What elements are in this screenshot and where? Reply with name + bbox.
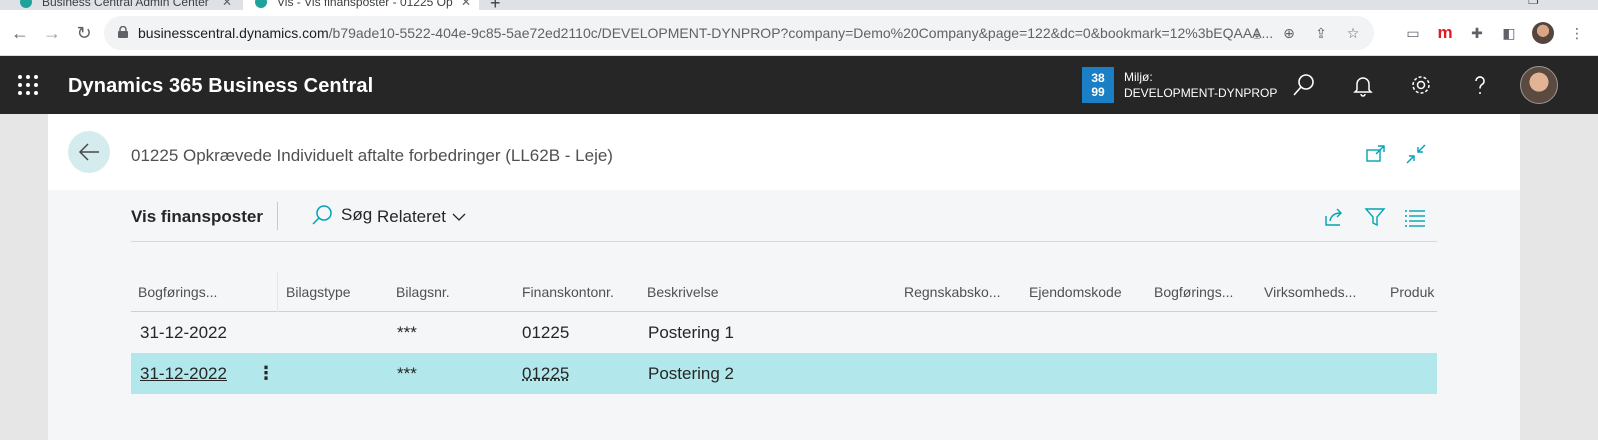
address-bar[interactable]: businesscentral.dynamics.com/b79ade10-55…: [104, 16, 1374, 50]
restore-window-icon[interactable]: ❐: [1528, 0, 1539, 7]
related-menu-button[interactable]: Relateret: [377, 207, 466, 227]
related-label: Relateret: [377, 207, 446, 226]
row-menu-icon[interactable]: ⋮: [257, 363, 275, 384]
search-icon: [312, 205, 332, 225]
cell-account-no: 01225: [522, 323, 570, 342]
collapse-icon[interactable]: [1406, 144, 1426, 164]
column-header-posting-date[interactable]: Bogførings...: [138, 284, 268, 300]
bell-icon[interactable]: [1351, 73, 1375, 97]
entries-grid: Bogførings... Bilagstype Bilagsnr. Finan…: [131, 272, 1437, 394]
column-header-document-type[interactable]: Bilagstype: [286, 284, 351, 300]
list-view-icon[interactable]: [1404, 206, 1426, 228]
search-icon[interactable]: [1292, 73, 1316, 97]
cell-description: Postering 2: [648, 364, 734, 383]
image-extension-icon[interactable]: ▭: [1404, 23, 1422, 43]
gear-icon[interactable]: [1409, 73, 1433, 97]
app-bar: Dynamics 365 Business Central 38 99 Milj…: [0, 56, 1598, 114]
env-caption: Miljø:: [1124, 70, 1153, 84]
side-panel-icon[interactable]: ◧: [1500, 23, 1518, 43]
business-central-favicon-icon: [255, 0, 267, 8]
share-icon[interactable]: [1323, 206, 1345, 228]
column-header-accounting-code[interactable]: Regnskabsko...: [904, 284, 1001, 300]
column-header-property-code[interactable]: Ejendomskode: [1029, 284, 1122, 300]
cell-description: Postering 1: [648, 323, 734, 342]
action-separator: [277, 202, 278, 230]
browser-tab-label: Vis - Vis finansposter - 01225 Op: [277, 0, 453, 9]
column-header-description[interactable]: Beskrivelse: [647, 284, 719, 300]
new-tab-button[interactable]: +: [490, 0, 501, 10]
table-row-selected[interactable]: 31-12-2022 ⋮ *** 01225 Postering 2: [131, 353, 1437, 394]
cell-posting-date[interactable]: 31-12-2022: [140, 364, 227, 384]
column-header-account-no[interactable]: Finanskontonr.: [522, 284, 614, 300]
page-title: 01225 Opkrævede Individuelt aftalte forb…: [131, 146, 613, 165]
page-header: 01225 Opkrævede Individuelt aftalte forb…: [48, 114, 1520, 190]
filter-icon[interactable]: [1364, 206, 1386, 228]
action-bar: Vis finansposter Søg Relateret: [131, 190, 1437, 242]
browser-tab-admin-center[interactable]: Business Central Admin Center ✕: [20, 0, 240, 10]
browser-tab-label: Business Central Admin Center: [42, 0, 209, 9]
puzzle-extensions-icon[interactable]: ✚: [1468, 23, 1486, 43]
profile-avatar-icon[interactable]: [1532, 22, 1554, 44]
back-button[interactable]: [68, 131, 110, 173]
business-central-favicon-icon: [20, 0, 32, 8]
share-icon[interactable]: ⇪: [1312, 24, 1330, 42]
env-badge-bottom: 99: [1091, 85, 1105, 99]
column-header-product[interactable]: Produk: [1390, 284, 1437, 300]
chevron-down-icon: [452, 213, 466, 221]
url-path: /b79ade10-5522-404e-9c85-5ae72ed2110c/DE…: [328, 25, 1274, 41]
column-header-document-no[interactable]: Bilagsnr.: [396, 284, 450, 300]
back-arrow-icon[interactable]: ←: [10, 23, 30, 43]
page-panel: 01225 Opkrævede Individuelt aftalte forb…: [48, 114, 1520, 440]
url-host: businesscentral.dynamics.com: [138, 25, 329, 41]
close-tab-icon[interactable]: ✕: [461, 0, 471, 9]
reload-icon[interactable]: ↻: [74, 23, 94, 43]
environment-badge: 38 99: [1082, 67, 1114, 103]
chrome-menu-icon[interactable]: ⋮: [1568, 23, 1586, 43]
cell-posting-date[interactable]: 31-12-2022: [140, 323, 227, 343]
env-name: DEVELOPMENT-DYNPROP: [1124, 86, 1278, 100]
install-app-icon[interactable]: ⤓: [1248, 24, 1266, 42]
app-name[interactable]: Dynamics 365 Business Central: [68, 75, 373, 98]
browser-tab-finansposter[interactable]: Vis - Vis finansposter - 01225 Op ✕: [243, 0, 479, 10]
column-header-posting-group[interactable]: Bogførings...: [1154, 284, 1233, 300]
user-avatar[interactable]: [1520, 66, 1558, 104]
search-button[interactable]: Søg: [311, 204, 372, 226]
content-area: Vis finansposter Søg Relateret Bogføring…: [48, 190, 1520, 440]
close-tab-icon[interactable]: ✕: [222, 0, 232, 9]
bookmark-star-icon[interactable]: ☆: [1344, 24, 1362, 42]
column-header-business-group[interactable]: Virksomheds...: [1264, 284, 1356, 300]
browser-tab-strip: Business Central Admin Center ✕ Vis - Vi…: [0, 0, 1598, 10]
forward-arrow-icon[interactable]: →: [42, 23, 62, 43]
table-row[interactable]: 31-12-2022 *** 01225 Postering 1: [131, 312, 1437, 353]
cell-document-no: ***: [397, 364, 417, 383]
m-extension-icon[interactable]: m: [1436, 23, 1454, 43]
arrow-left-icon: [78, 143, 99, 161]
env-badge-top: 38: [1091, 71, 1105, 85]
action-bar-title: Vis finansposter: [131, 207, 263, 226]
zoom-icon[interactable]: ⊕: [1280, 24, 1298, 42]
help-question-icon[interactable]: [1468, 73, 1492, 97]
url-text: businesscentral.dynamics.com/b79ade10-55…: [138, 25, 1318, 41]
cell-account-no[interactable]: 01225: [522, 364, 569, 384]
environment-label: Miljø: DEVELOPMENT-DYNPROP: [1124, 69, 1277, 101]
cell-document-no: ***: [397, 323, 417, 342]
column-separator: [277, 272, 278, 312]
browser-toolbar: ← → ↻ businesscentral.dynamics.com/b79ad…: [0, 10, 1598, 56]
grid-header: Bogførings... Bilagstype Bilagsnr. Finan…: [131, 272, 1437, 312]
search-label: Søg: [341, 205, 373, 224]
app-launcher-icon[interactable]: [18, 75, 38, 95]
open-new-window-icon[interactable]: [1366, 144, 1386, 164]
lock-icon: [118, 26, 128, 38]
